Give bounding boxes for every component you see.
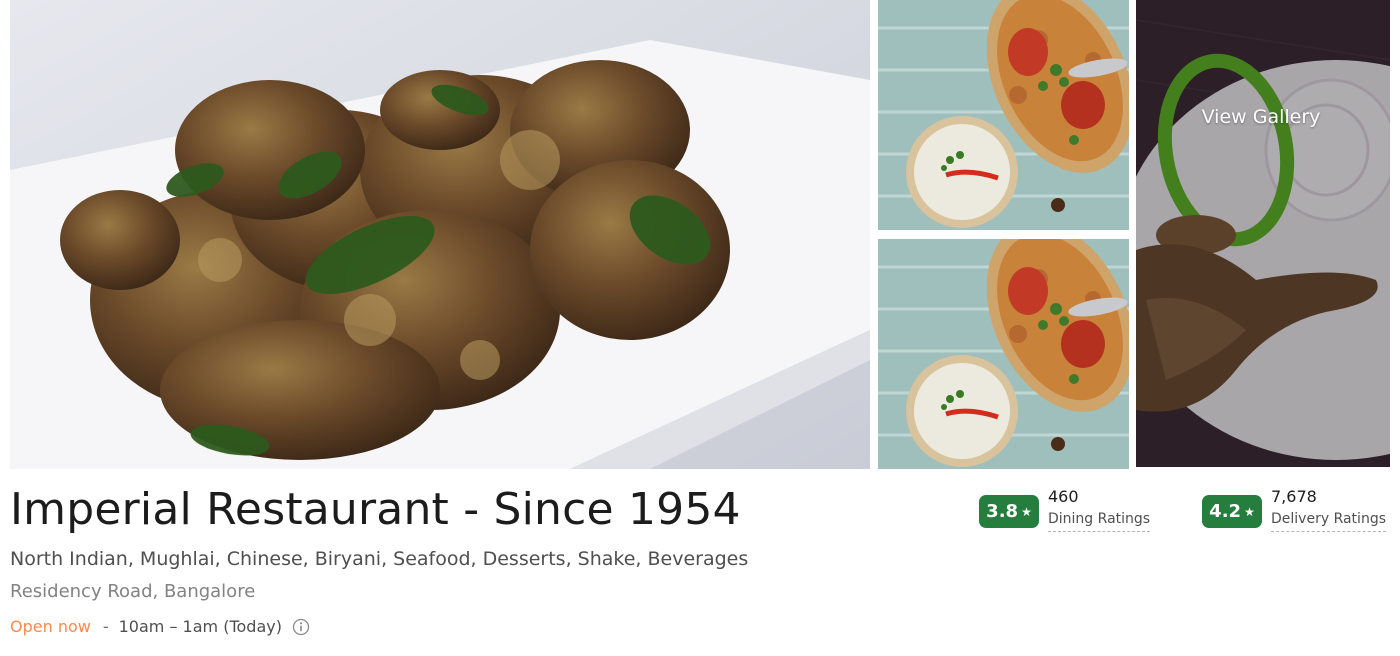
dining-rating-info: 460 Dining Ratings [1048,487,1151,532]
main-food-photo[interactable] [10,0,870,469]
delivery-rating[interactable]: 4.2 ★ 7,678 Delivery Ratings [1202,487,1386,532]
star-icon: ★ [1021,504,1032,519]
dining-rating-label[interactable]: Dining Ratings [1048,510,1151,532]
dining-rating-badge: 3.8 ★ [979,495,1039,528]
view-gallery-label[interactable]: View Gallery [1136,106,1386,128]
star-icon: ★ [1244,504,1255,519]
timing-row: Open now - 10am – 1am (Today) [10,617,310,636]
dining-rating-count: 460 [1048,487,1079,506]
delivery-rating-info: 7,678 Delivery Ratings [1271,487,1386,532]
restaurant-title: Imperial Restaurant - Since 1954 [10,484,741,535]
cuisines-list: North Indian, Mughlai, Chinese, Biryani,… [10,548,749,570]
biryani-photo-bottom[interactable] [878,239,1129,469]
dining-rating-score: 3.8 [986,501,1019,522]
delivery-rating-label[interactable]: Delivery Ratings [1271,510,1386,532]
timing-separator: - [102,617,109,636]
delivery-rating-count: 7,678 [1271,487,1317,506]
view-gallery-photo[interactable]: View Gallery [1136,0,1390,467]
biryani-photo-top[interactable] [878,0,1129,230]
open-status: Open now [10,617,91,636]
info-icon[interactable] [292,618,310,636]
delivery-rating-score: 4.2 [1209,501,1242,522]
photo-gallery: View Gallery [10,0,1390,469]
delivery-rating-badge: 4.2 ★ [1202,495,1262,528]
restaurant-location[interactable]: Residency Road, Bangalore [10,581,255,602]
opening-hours: 10am – 1am (Today) [118,617,282,636]
dining-rating[interactable]: 3.8 ★ 460 Dining Ratings [979,487,1151,532]
